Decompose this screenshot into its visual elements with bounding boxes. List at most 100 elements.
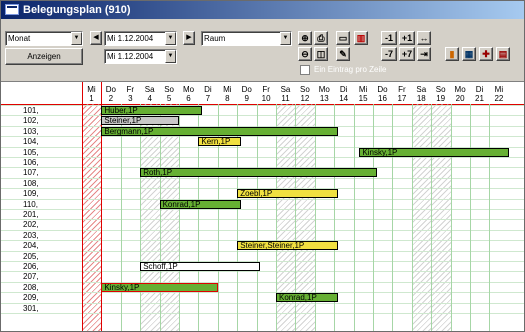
edit-icon[interactable]: ✎ xyxy=(336,47,350,61)
booking-bar[interactable]: Bergmann,1P xyxy=(101,126,339,136)
day-line xyxy=(431,104,433,331)
date-to-field[interactable]: Mi 1.12.2004 ▼ xyxy=(104,49,177,64)
day-name: Sa xyxy=(280,85,291,94)
room-label[interactable]: 105, xyxy=(23,148,83,157)
show-button[interactable]: Anzeigen xyxy=(5,48,83,65)
day-number[interactable]: 9 xyxy=(237,94,256,103)
day-number[interactable]: 3 xyxy=(121,94,140,103)
day-number[interactable]: 11 xyxy=(276,94,295,103)
room-label[interactable]: 102, xyxy=(23,116,83,125)
room-select[interactable]: Raum ▼ xyxy=(201,31,292,46)
booking-bar[interactable]: Steiner,Steiner,1P xyxy=(237,241,339,251)
day-number[interactable]: 6 xyxy=(179,94,198,103)
booking-bar[interactable]: Roth,1P xyxy=(140,168,377,178)
chevron-down-icon[interactable]: ▼ xyxy=(280,32,291,45)
day-name: Do xyxy=(377,85,388,94)
room-label[interactable]: 209, xyxy=(23,293,83,302)
day-line xyxy=(450,104,452,331)
room-label[interactable]: 109, xyxy=(23,189,83,198)
room-label[interactable]: 108, xyxy=(23,179,83,188)
booking-bar[interactable]: Kinsky,1P xyxy=(101,282,218,292)
day-number[interactable]: 5 xyxy=(160,94,179,103)
booking-bar[interactable]: Konrad,1P xyxy=(276,293,339,303)
room-label[interactable]: 208, xyxy=(23,283,83,292)
booking-bar[interactable]: Konrad,1P xyxy=(159,199,242,209)
day-number[interactable]: 4 xyxy=(140,94,159,103)
export-icon[interactable]: ▥ xyxy=(354,31,368,45)
day-number[interactable]: 22 xyxy=(489,94,508,103)
collapse-icon[interactable]: ⇥ xyxy=(417,47,431,61)
one-entry-per-row-label: Ein Eintrag pro Zeile xyxy=(314,65,387,74)
minus-seven-days-button[interactable]: -7 xyxy=(381,47,397,61)
preview-icon[interactable]: ◫ xyxy=(314,47,328,61)
today-marker xyxy=(82,82,83,331)
row-line xyxy=(1,261,524,262)
day-number[interactable]: 20 xyxy=(451,94,470,103)
next-date-button[interactable]: ▶ xyxy=(183,31,195,45)
document-icon[interactable]: ▭ xyxy=(336,31,350,45)
day-number[interactable]: 7 xyxy=(198,94,217,103)
expand-icon[interactable]: ↔ xyxy=(417,31,431,45)
new-booking-icon[interactable]: ✚ xyxy=(479,47,493,61)
zoom-in-icon[interactable]: ⊕ xyxy=(298,31,312,45)
booking-bar[interactable]: Steiner,1P xyxy=(101,116,179,126)
day-number[interactable]: 21 xyxy=(470,94,489,103)
room-label[interactable]: 104, xyxy=(23,137,83,146)
room-label[interactable]: 203, xyxy=(23,231,83,240)
prev-date-button[interactable]: ◀ xyxy=(90,31,102,45)
date-from-field[interactable]: Mi 1.12.2004 ▼ xyxy=(104,31,177,46)
title-bar: Belegungsplan (910) xyxy=(1,1,524,19)
booking-bar[interactable]: Kern,1P xyxy=(198,137,242,147)
day-number[interactable]: 12 xyxy=(295,94,314,103)
room-label[interactable]: 205, xyxy=(23,252,83,261)
room-label[interactable]: 301, xyxy=(23,304,83,313)
day-number[interactable]: 19 xyxy=(431,94,450,103)
booking-bar[interactable]: Schoff,1P xyxy=(140,262,261,271)
one-entry-per-row-checkbox[interactable] xyxy=(300,65,310,75)
zoom-out-icon[interactable]: ⊖ xyxy=(298,47,312,61)
day-name: Mi xyxy=(87,85,96,94)
day-number[interactable]: 18 xyxy=(412,94,431,103)
day-number[interactable]: 15 xyxy=(354,94,373,103)
room-label[interactable]: 202, xyxy=(23,220,83,229)
day-number[interactable]: 2 xyxy=(101,94,120,103)
print-icon[interactable]: ⎙ xyxy=(314,31,328,45)
room-label[interactable]: 101, xyxy=(23,106,83,115)
chevron-down-icon[interactable]: ▼ xyxy=(165,50,176,63)
minus-one-day-button[interactable]: -1 xyxy=(381,31,397,45)
chevron-down-icon[interactable]: ▼ xyxy=(165,32,176,45)
calendar-icon[interactable]: ▤ xyxy=(496,47,510,61)
day-number[interactable]: 1 xyxy=(82,94,101,103)
room-label[interactable]: 204, xyxy=(23,241,83,250)
chevron-down-icon[interactable]: ▼ xyxy=(71,32,82,45)
room-select-value: Raum xyxy=(204,34,226,43)
day-line xyxy=(120,104,122,331)
view-select[interactable]: Monat ▼ xyxy=(5,31,83,46)
row-line xyxy=(1,209,524,210)
grid-icon[interactable]: ▦ xyxy=(462,47,476,61)
day-line xyxy=(256,104,258,331)
day-number[interactable]: 10 xyxy=(257,94,276,103)
day-number[interactable]: 16 xyxy=(373,94,392,103)
room-label[interactable]: 106, xyxy=(23,158,83,167)
plus-one-day-button[interactable]: +1 xyxy=(399,31,415,45)
room-label[interactable]: 201, xyxy=(23,210,83,219)
row-line xyxy=(1,136,524,138)
window-title: Belegungsplan (910) xyxy=(23,4,131,16)
today-column xyxy=(83,104,102,331)
chart-icon[interactable]: ▮ xyxy=(445,47,459,61)
room-label[interactable]: 207, xyxy=(23,272,83,281)
day-number[interactable]: 17 xyxy=(392,94,411,103)
day-number[interactable]: 8 xyxy=(218,94,237,103)
room-label[interactable]: 110, xyxy=(23,200,83,209)
day-name: Mo xyxy=(454,85,466,94)
day-number[interactable]: 14 xyxy=(334,94,353,103)
booking-bar[interactable]: Zoebl,1P xyxy=(237,189,339,199)
room-label[interactable]: 206, xyxy=(23,262,83,271)
room-label[interactable]: 103, xyxy=(23,127,83,136)
day-number[interactable]: 13 xyxy=(315,94,334,103)
room-label[interactable]: 107, xyxy=(23,168,83,177)
plus-seven-days-button[interactable]: +7 xyxy=(399,47,415,61)
booking-bar[interactable]: Kinsky,1P xyxy=(359,147,509,157)
booking-bar[interactable]: Huber,1P xyxy=(101,106,203,115)
